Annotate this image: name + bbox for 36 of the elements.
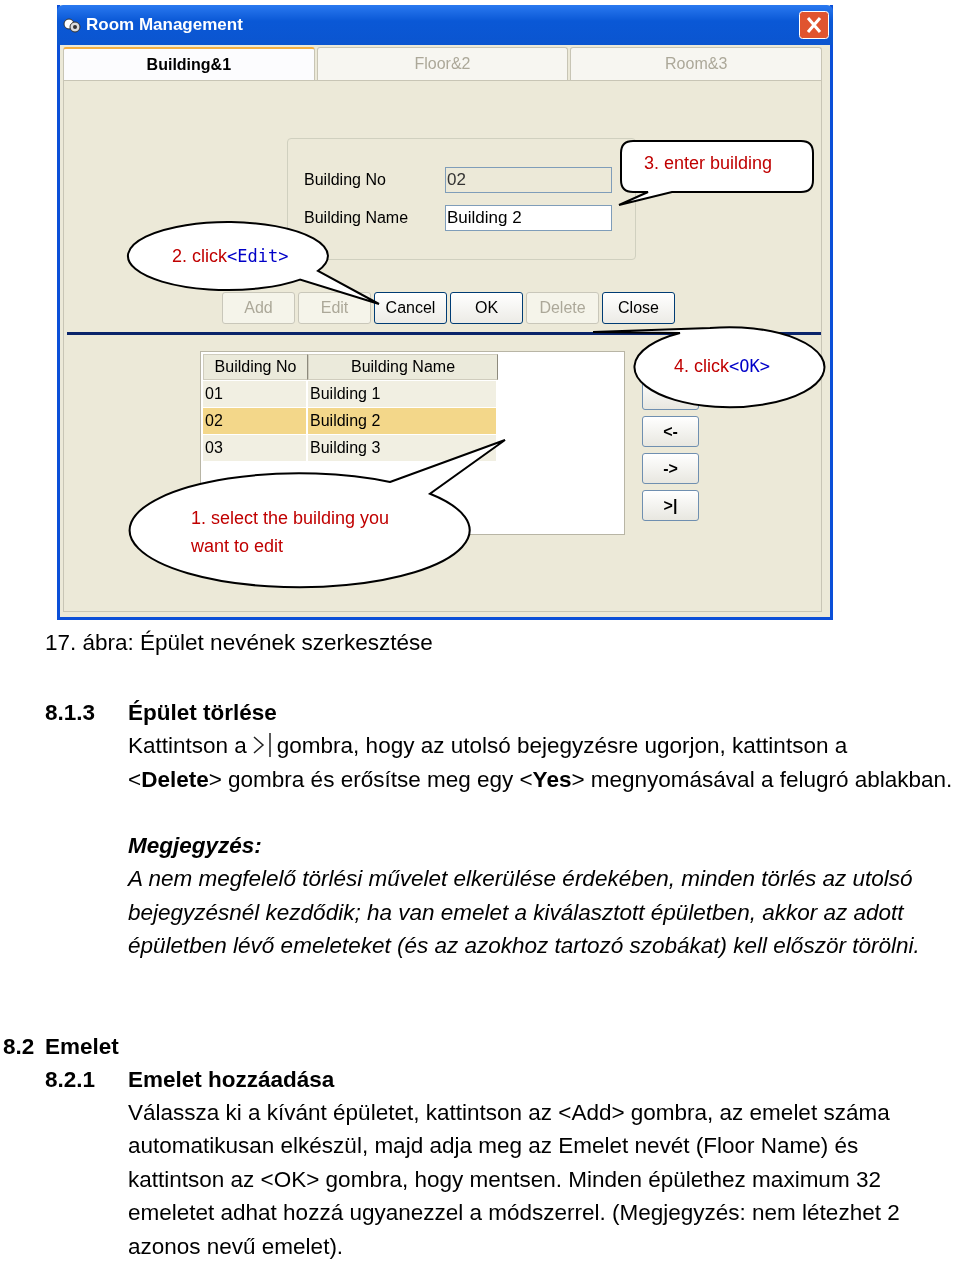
tab[interactable]: Building&1 (63, 47, 315, 80)
column-header[interactable]: Building No (203, 354, 308, 380)
app-icon (63, 16, 81, 34)
nav-button[interactable]: <- (642, 416, 699, 447)
field-label: Building Name (304, 209, 410, 227)
callout-text: 4. click<OK> (674, 356, 770, 377)
callout-text: 3. enter building (644, 153, 773, 174)
section-heading: Épület törlése (128, 699, 277, 727)
table-cell: 03 (203, 435, 308, 461)
figure-caption: 17. ábra: Épület nevének szerkesztése (45, 630, 434, 656)
action-button[interactable]: Close (602, 292, 675, 324)
note-heading: Megjegyzés: (128, 832, 263, 860)
callout-text: 1. select the building you want to edit (191, 507, 391, 558)
paragraph-text: <Delete> gombra és erősítse meg egy <Yes> megnyomásával a felugró ablakban. (128, 766, 954, 794)
grid-row[interactable]: 02 Building 2 (203, 408, 498, 434)
window-title: Room Management (86, 15, 244, 35)
section-number: 8.1.3 (45, 699, 97, 727)
grid-row[interactable]: 01 Building 1 (203, 381, 498, 407)
chapter-heading: Emelet (45, 1032, 119, 1061)
input-field[interactable]: Building 2 (445, 205, 612, 231)
action-button[interactable]: OK (450, 292, 523, 324)
paragraph-text: gombra, hogy az utolsó bejegyzésre ugorjon, kattintson a (276, 733, 848, 758)
note-text: A nem megfelelő törlési művelet elkerülése érdekében, minden törlés az utolsó bejegyzésnél kezdődik; ha van emelet a kiválasztott épületben, akkor az adott épületben lévő emeleteket (és az azokhoz tartozó szobákat) kell először törölni. (128, 865, 921, 960)
nav-button[interactable]: -> (642, 453, 699, 484)
action-button[interactable]: Cancel (374, 292, 447, 324)
section-heading: Emelet hozzáadása (128, 1065, 335, 1094)
column-header[interactable]: Building Name (308, 354, 498, 380)
callout-text: 2. click<Edit> (172, 246, 289, 267)
section-number: 8.2.1 (45, 1065, 97, 1094)
field-label: Building No (304, 171, 387, 189)
grid-row[interactable]: 03 Building 3 (203, 435, 498, 461)
paragraph-text: Válassza ki a kívánt épületet, kattintson az <Add> gombra, az emelet száma automatikusan elkészül, majd adja meg az Emelet nevét (Floor Name) és kattintson az <OK> gombra, hogy mentsen. Minden épülethez maximum 32 emeletet adhat hozzá ugyanezzel a módszerrel. (Megjegyzés: nem létezhet 2 azonos nevű emelet). (128, 1098, 901, 1261)
close-icon[interactable] (799, 11, 829, 39)
paragraph-text: Kattintson a (128, 733, 247, 758)
nav-button[interactable]: >| (642, 490, 699, 521)
chapter-number: 8.2 (3, 1032, 36, 1061)
